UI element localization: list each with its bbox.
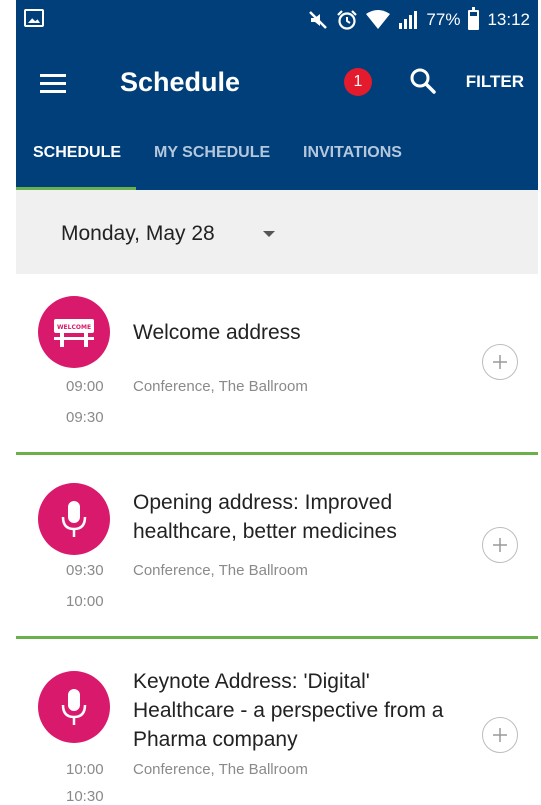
mute-icon (308, 10, 328, 30)
date-label: Monday, May 28 (61, 222, 215, 245)
session-title-line: healthcare, better medicines (133, 520, 397, 543)
session-start-time: 09:00 (66, 378, 104, 395)
session-item[interactable]: Opening address: Improved healthcare, be… (16, 455, 538, 639)
session-title-line: Pharma company (133, 728, 298, 751)
session-title-line: Healthcare - a perspective from a (133, 699, 444, 722)
session-item[interactable]: Keynote Address: 'Digital' Healthcare - … (16, 639, 538, 805)
wifi-icon (366, 10, 391, 30)
add-to-schedule-button[interactable] (482, 527, 518, 563)
session-item[interactable]: WELCOME Welcome address 09:00 Conference… (16, 274, 538, 455)
image-notification-icon (24, 9, 44, 27)
tab-my-schedule[interactable]: MY SCHEDULE (154, 144, 270, 162)
session-title: Opening address: Improved healthcare, be… (133, 488, 473, 546)
dropdown-arrow-icon (263, 231, 275, 237)
notification-badge[interactable]: 1 (344, 68, 372, 96)
filter-button[interactable]: FILTER (466, 72, 524, 92)
session-location: Conference, The Ballroom (133, 378, 308, 395)
microphone-icon (38, 671, 110, 743)
session-title: Welcome address (133, 321, 301, 344)
welcome-sign-text: WELCOME (57, 324, 91, 331)
clock: 13:12 (487, 10, 530, 29)
status-icons: 77% 13:12 (308, 0, 530, 40)
welcome-sign-icon: WELCOME (38, 296, 110, 368)
session-location: Conference, The Ballroom (133, 562, 308, 579)
alarm-icon (336, 9, 358, 31)
session-end-time: 10:00 (66, 593, 104, 610)
add-to-schedule-button[interactable] (482, 344, 518, 380)
tab-invitations[interactable]: INVITATIONS (303, 144, 402, 162)
search-icon[interactable] (408, 66, 438, 96)
session-start-time: 10:00 (66, 761, 104, 778)
date-selector[interactable]: Monday, May 28 (16, 190, 538, 274)
session-end-time: 09:30 (66, 409, 104, 426)
page-title: Schedule (120, 67, 241, 97)
session-end-time: 10:30 (66, 788, 104, 805)
battery-percent: 77% (426, 10, 461, 29)
session-start-time: 09:30 (66, 562, 104, 579)
session-title-line: Keynote Address: 'Digital' (133, 670, 370, 693)
signal-icon (398, 10, 418, 30)
app-bar: Schedule 1 FILTER SCHEDULE MY SCHEDULE I… (16, 40, 538, 190)
microphone-icon (38, 483, 110, 555)
session-location: Conference, The Ballroom (133, 761, 308, 778)
session-title: Keynote Address: 'Digital' Healthcare - … (133, 667, 473, 754)
add-to-schedule-button[interactable] (482, 717, 518, 753)
status-bar: 77% 13:12 (16, 0, 538, 40)
menu-icon[interactable] (40, 74, 66, 94)
tab-schedule[interactable]: SCHEDULE (33, 144, 121, 162)
tab-bar: SCHEDULE MY SCHEDULE INVITATIONS (16, 128, 538, 190)
battery-icon (468, 7, 480, 30)
session-title-line: Opening address: Improved (133, 491, 393, 514)
